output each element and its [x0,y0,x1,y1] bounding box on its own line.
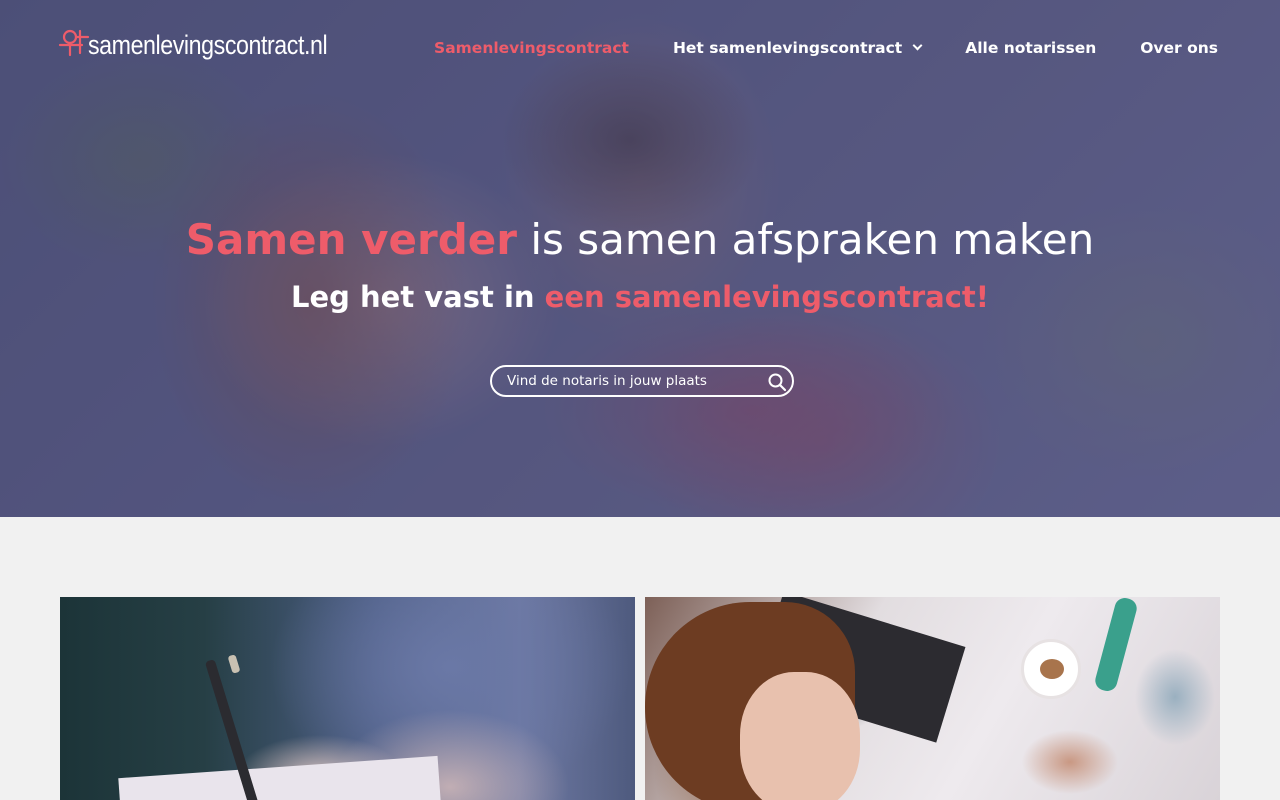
chevron-down-icon [912,40,923,51]
headline-highlight: Samen verder [185,215,517,264]
logo-text: samenlevingscontract.nl [88,30,328,60]
search-input[interactable] [492,373,752,389]
nav-item-over-ons[interactable]: Over ons [1140,39,1218,57]
photo-detail-paper [118,755,442,800]
hero-banner: samenlevingscontract.nl Samenlevingscont… [0,0,1280,517]
hero-headline: Samen verder is samen afspraken maken [0,214,1280,266]
nav-item-samenlevingscontract[interactable]: Samenlevingscontract [434,39,629,57]
search-icon[interactable] [767,372,787,392]
feature-card-image-writing[interactable] [60,597,635,800]
subline-highlight: een samenlevingscontract! [544,280,989,314]
subline-plain: Leg het vast in [291,280,545,314]
photo-detail-pen-tip [227,654,241,674]
notary-search [490,365,794,397]
main-navigation: Samenlevingscontract Het samenlevingscon… [434,39,1218,57]
logo-mark-icon [58,29,90,57]
photo-detail-coffee [1040,659,1064,679]
nav-item-label: Het samenlevingscontract [672,39,903,57]
nav-item-het-samenlevingscontract[interactable]: Het samenlevingscontract [672,39,923,57]
hero-subline: Leg het vast in een samenlevingscontract… [0,278,1280,316]
photo-detail-face [740,672,860,800]
headline-rest: is samen afspraken maken [516,215,1095,264]
site-logo[interactable]: samenlevingscontract.nl [58,25,366,59]
feature-card-image-desk[interactable] [645,597,1220,800]
photo-detail-bottle [1093,597,1139,694]
nav-item-alle-notarissen[interactable]: Alle notarissen [965,39,1096,57]
